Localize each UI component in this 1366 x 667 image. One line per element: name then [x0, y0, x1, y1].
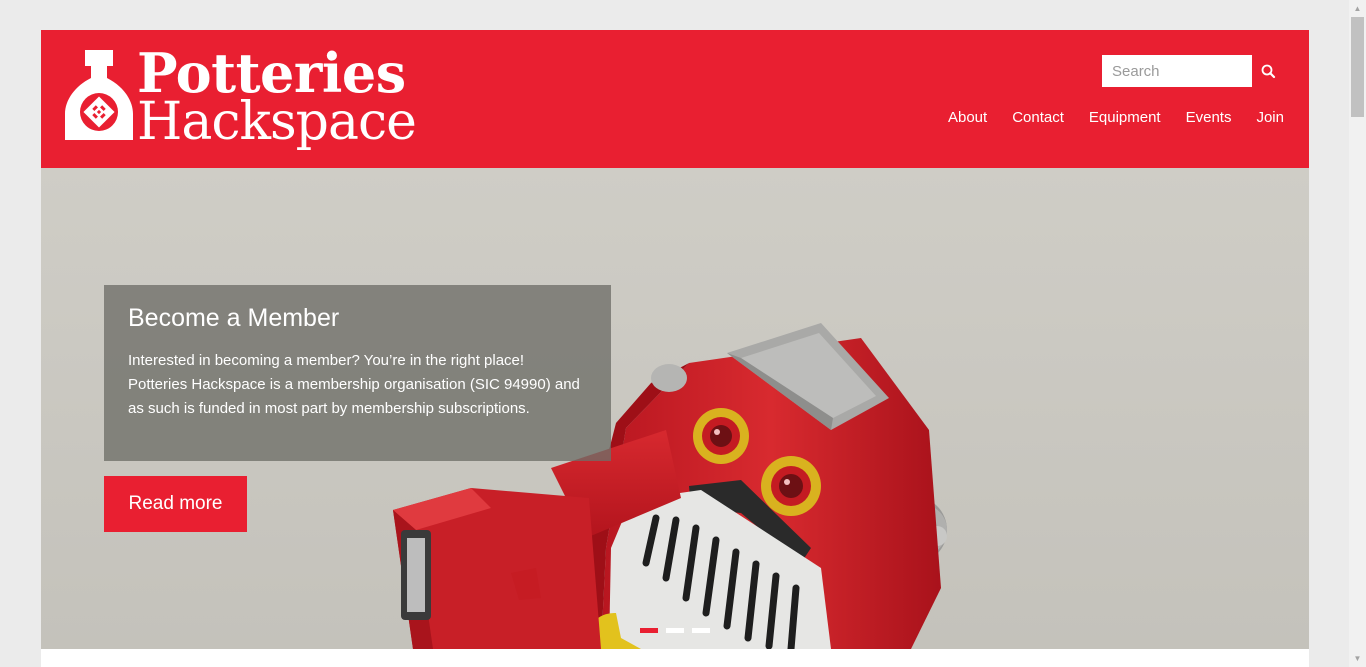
- hero-slider: Become a Member Interested in becoming a…: [41, 168, 1309, 649]
- slide-indicator-1[interactable]: [640, 628, 658, 633]
- nav-equipment[interactable]: Equipment: [1089, 108, 1161, 128]
- nav-about[interactable]: About: [948, 108, 987, 128]
- search-icon: [1261, 64, 1276, 79]
- site-logo[interactable]: Potteries Hackspace: [65, 44, 425, 156]
- read-more-button[interactable]: Read more: [104, 476, 247, 532]
- logo-line-2: Hackspace: [137, 92, 417, 152]
- slide-indicator-2[interactable]: [666, 628, 684, 633]
- scroll-thumb[interactable]: [1351, 17, 1364, 117]
- search-input[interactable]: [1102, 55, 1252, 87]
- slide-text: Interested in becoming a member? You’re …: [128, 352, 580, 417]
- scroll-up-arrow-icon[interactable]: ▲: [1349, 0, 1366, 17]
- page-container: Potteries Hackspace About Contact Equipm…: [41, 30, 1309, 667]
- bottle-logo-icon: [65, 50, 133, 140]
- slide-title: Become a Member: [128, 304, 340, 332]
- search-button[interactable]: [1254, 55, 1284, 87]
- logo-wordmark: Potteries Hackspace: [137, 44, 417, 152]
- nav-events[interactable]: Events: [1186, 108, 1232, 128]
- site-header: Potteries Hackspace About Contact Equipm…: [41, 30, 1309, 168]
- main-nav: About Contact Equipment Events Join: [923, 108, 1284, 128]
- page-scrollbar[interactable]: ▲ ▼: [1349, 0, 1366, 667]
- slide-indicator-3[interactable]: [692, 628, 710, 633]
- slide-caption: Become a Member Interested in becoming a…: [104, 285, 611, 461]
- slider-indicators: [640, 628, 710, 633]
- nav-contact[interactable]: Contact: [1012, 108, 1064, 128]
- nav-join[interactable]: Join: [1256, 108, 1284, 128]
- scroll-down-arrow-icon[interactable]: ▼: [1349, 650, 1366, 667]
